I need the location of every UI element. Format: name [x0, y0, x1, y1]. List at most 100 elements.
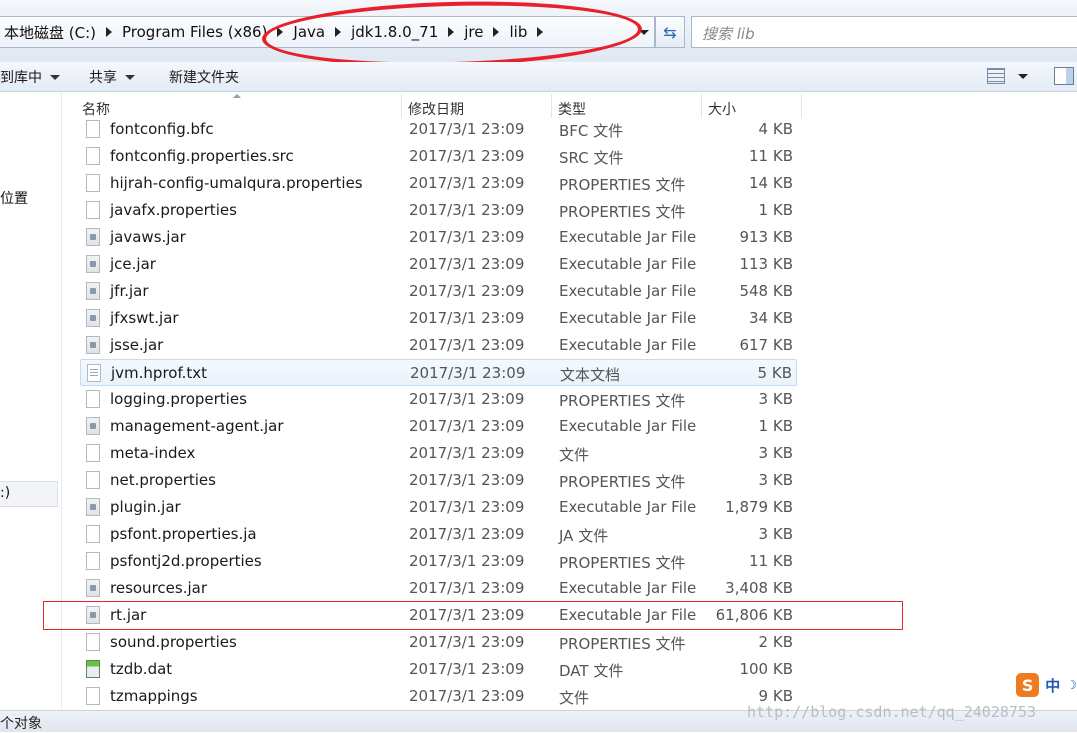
refresh-button[interactable]: ⇆ [655, 16, 685, 48]
preview-pane-icon[interactable] [1054, 67, 1074, 85]
file-date: 2017/3/1 23:09 [409, 552, 525, 570]
file-date: 2017/3/1 23:09 [409, 390, 525, 408]
file-row[interactable]: tzmappings 2017/3/1 23:09 文件 9 KB [80, 683, 797, 710]
sogou-logo-icon[interactable]: S [1016, 673, 1040, 697]
file-date: 2017/3/1 23:09 [409, 417, 525, 435]
breadcrumb-separator-icon[interactable] [335, 27, 342, 37]
file-row[interactable]: psfont.properties.ja 2017/3/1 23:09 JA 文件 3… [80, 521, 797, 548]
file-date: 2017/3/1 23:09 [409, 174, 525, 192]
refresh-icon: ⇆ [663, 22, 677, 42]
file-row[interactable]: net.properties 2017/3/1 23:09 PROPERTIES 文… [80, 467, 797, 494]
chevron-down-icon[interactable] [1018, 74, 1028, 79]
file-name: management-agent.jar [110, 417, 284, 435]
breadcrumb-separator-icon[interactable] [277, 27, 284, 37]
file-type: Executable Jar File [559, 255, 697, 273]
file-icon [86, 174, 100, 192]
file-icon [86, 201, 100, 219]
breadcrumb-lib[interactable]: lib [505, 23, 531, 41]
file-type: PROPERTIES 文件 [559, 392, 686, 410]
file-row[interactable]: jfxswt.jar 2017/3/1 23:09 Executable Jar F… [80, 305, 797, 332]
file-name: jsse.jar [110, 336, 164, 354]
file-size: 2 KB [758, 633, 793, 651]
jar-file-icon [86, 309, 100, 327]
file-size: 61,806 KB [715, 606, 793, 624]
file-row[interactable]: resources.jar 2017/3/1 23:09 Executable Ja… [80, 575, 797, 602]
file-size: 11 KB [749, 552, 793, 570]
organize-menu[interactable]: 到库中 [0, 67, 60, 87]
file-row[interactable]: hijrah-config-umalqura.properties 2017/3/… [80, 170, 797, 197]
file-name: sound.properties [110, 633, 237, 651]
breadcrumb-java[interactable]: Java [289, 23, 329, 41]
breadcrumb-separator-icon[interactable] [537, 27, 544, 37]
column-header-row: 名称 修改日期 类型 大小 [62, 92, 1077, 118]
watermark: http://blog.csdn.net/qq_24028753 [747, 703, 1036, 721]
file-size: 14 KB [749, 174, 793, 192]
breadcrumb-jdk[interactable]: jdk1.8.0_71 [347, 23, 442, 41]
nav-item-selected-drive[interactable]: :) [0, 481, 58, 507]
file-row[interactable]: sound.properties 2017/3/1 23:09 PROPERTIES… [80, 629, 797, 656]
dat-file-icon [86, 660, 100, 678]
file-type: 文件 [559, 689, 590, 707]
file-row[interactable]: fontconfig.properties.src 2017/3/1 23:09 S… [80, 143, 797, 170]
file-date: 2017/3/1 23:09 [409, 282, 525, 300]
file-name: hijrah-config-umalqura.properties [110, 174, 363, 192]
file-row[interactable]: javaws.jar 2017/3/1 23:09 Executable Jar F… [80, 224, 797, 251]
file-row[interactable]: javafx.properties 2017/3/1 23:09 PROPERTIE… [80, 197, 797, 224]
file-type: Executable Jar File [559, 228, 697, 246]
file-row[interactable]: logging.properties 2017/3/1 23:09 PROPERTI… [80, 386, 797, 413]
file-icon [86, 633, 100, 651]
file-size: 548 KB [739, 282, 793, 300]
file-row[interactable]: meta-index 2017/3/1 23:09 文件 3 KB [80, 440, 797, 467]
file-row[interactable]: jce.jar 2017/3/1 23:09 Executable Jar File… [80, 251, 797, 278]
file-size: 100 KB [739, 660, 793, 678]
file-type: Executable Jar File [559, 282, 697, 300]
breadcrumb-jre[interactable]: jre [460, 23, 487, 41]
breadcrumb-separator-icon[interactable] [448, 27, 455, 37]
file-row[interactable]: rt.jar 2017/3/1 23:09 Executable Jar File 6… [80, 602, 797, 629]
jar-file-icon [86, 255, 100, 273]
column-header-type[interactable]: 类型 [552, 94, 702, 118]
file-size: 3,408 KB [725, 579, 793, 597]
file-row[interactable]: tzdb.dat 2017/3/1 23:09 DAT 文件 100 KB [80, 656, 797, 683]
breadcrumb-separator-icon[interactable] [106, 27, 112, 37]
file-date: 2017/3/1 23:09 [409, 498, 525, 516]
file-size: 3 KB [758, 390, 793, 408]
file-row[interactable]: psfontj2d.properties 2017/3/1 23:09 PROPER… [80, 548, 797, 575]
new-folder-label: 新建文件夹 [169, 70, 239, 86]
file-name: psfont.properties.ja [110, 525, 257, 543]
file-type: PROPERTIES 文件 [559, 473, 686, 491]
file-row[interactable]: management-agent.jar 2017/3/1 23:09 Execut… [80, 413, 797, 440]
file-date: 2017/3/1 23:09 [409, 471, 525, 489]
ime-mode[interactable]: 中 [1045, 675, 1060, 696]
file-row[interactable]: plugin.jar 2017/3/1 23:09 Executable Jar F… [80, 494, 797, 521]
file-type: DAT 文件 [559, 662, 624, 680]
file-size: 1 KB [758, 201, 793, 219]
breadcrumb-local-disk[interactable]: 本地磁盘 (C:) [0, 22, 100, 43]
address-history-dropdown[interactable] [634, 18, 654, 46]
file-type: 文件 [559, 446, 590, 464]
ime-toolbar[interactable]: S 中 ☽ [1016, 672, 1077, 698]
sort-ascending-icon [233, 94, 241, 98]
file-row[interactable]: jvm.hprof.txt 2017/3/1 23:09 文本文档 5 KB [80, 359, 797, 386]
file-icon [86, 444, 100, 462]
search-input[interactable]: 搜索 lib [691, 16, 1077, 48]
file-size: 913 KB [739, 228, 793, 246]
file-date: 2017/3/1 23:09 [409, 228, 525, 246]
moon-icon[interactable]: ☽ [1066, 678, 1077, 692]
column-header-size[interactable]: 大小 [702, 94, 802, 118]
breadcrumb-separator-icon[interactable] [493, 27, 500, 37]
breadcrumb-program-files[interactable]: Program Files (x86) [118, 23, 271, 41]
nav-item-locations[interactable]: 位置 [0, 188, 28, 208]
address-bar[interactable]: 本地磁盘 (C:) Program Files (x86) Java jdk1.… [0, 16, 655, 48]
file-date: 2017/3/1 23:09 [410, 364, 526, 382]
file-size: 4 KB [758, 120, 793, 138]
new-folder-button[interactable]: 新建文件夹 [169, 67, 239, 87]
file-row[interactable]: fontconfig.bfc 2017/3/1 23:09 BFC 文件 4 KB [80, 118, 797, 143]
file-type: Executable Jar File [559, 579, 697, 597]
file-row[interactable]: jfr.jar 2017/3/1 23:09 Executable Jar File… [80, 278, 797, 305]
view-options-icon[interactable] [987, 68, 1005, 84]
file-row[interactable]: jsse.jar 2017/3/1 23:09 Executable Jar Fil… [80, 332, 797, 359]
share-menu[interactable]: 共享 [89, 67, 135, 87]
file-name: net.properties [110, 471, 216, 489]
column-header-date[interactable]: 修改日期 [402, 94, 552, 118]
